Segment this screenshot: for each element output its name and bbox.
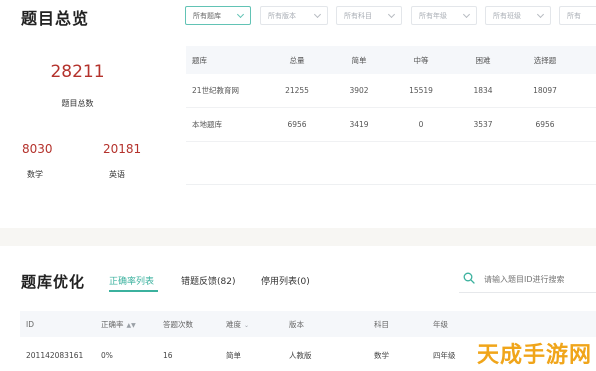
header-cell: 困难 [475, 55, 491, 65]
table-header: 题库 总量 简单 中等 困难 选择题 [186, 46, 596, 74]
filter-version[interactable]: 所有版本 [260, 6, 328, 25]
chevron-down-icon [536, 10, 545, 18]
filter-label: 所有科目 [344, 11, 372, 20]
filter-question-bank[interactable]: 所有题库 [185, 6, 251, 25]
chevron-down-icon [236, 10, 245, 18]
table-cell: 数学 [374, 350, 389, 360]
header-label: 难度 [226, 319, 241, 329]
table-cell: 0 [418, 120, 424, 129]
watermark-logo: 天成手游网 [476, 343, 592, 368]
header-id: ID [26, 319, 34, 329]
table-cell: 3537 [473, 120, 493, 129]
filter-more[interactable]: 所有 [559, 6, 596, 25]
header-difficulty[interactable]: 难度 ⌄ [226, 319, 289, 330]
table-cell: 21世纪教育网 [192, 86, 240, 95]
table-cell: 0% [101, 350, 113, 360]
english-count: 20181 [103, 142, 142, 156]
table-cell: 本地题库 [192, 120, 222, 129]
section-divider [0, 228, 596, 246]
header-answer-count: 答题次数 [163, 319, 193, 329]
filter-label: 所有 [567, 11, 581, 20]
page-title: 题目总览 [21, 9, 90, 28]
filter-grade[interactable]: 所有年级 [411, 6, 477, 25]
filter-label: 所有版本 [268, 11, 296, 20]
header-version: 版本 [289, 319, 304, 329]
header-accuracy[interactable]: 正确率 ▲▼ [101, 319, 163, 330]
table-cell: 16 [163, 350, 173, 360]
total-question-count: 28211 [50, 62, 105, 82]
table-row: 21世纪教育网 21255 3902 15519 1834 18097 [186, 74, 596, 108]
filter-label: 所有年级 [419, 11, 447, 20]
tab-disabled-list[interactable]: 停用列表(0) [261, 274, 310, 287]
total-question-label: 题目总数 [61, 99, 94, 108]
table-cell: 6956 [535, 120, 555, 129]
chevron-down-icon [462, 10, 471, 18]
header-cell: 中等 [413, 55, 429, 65]
header-grade: 年级 [433, 319, 448, 329]
active-tab-indicator [109, 290, 158, 292]
table-row: 本地题库 6956 3419 0 3537 6956 [186, 108, 596, 142]
overview-panel: 题目总览 所有题库 所有版本 所有科目 所有年级 所有班级 所有 28211 题… [0, 0, 596, 228]
header-cell: 题库 [192, 55, 207, 65]
table-cell: 1834 [473, 86, 493, 95]
table-cell: 6956 [287, 120, 307, 129]
bank-stats-table: 题库 总量 简单 中等 困难 选择题 21世纪教育网 21255 3902 15… [186, 46, 596, 185]
chevron-down-icon [313, 10, 322, 18]
table-header: ID 正确率 ▲▼ 答题次数 难度 ⌄ 版本 科目 年级 [20, 311, 596, 337]
sort-icon[interactable]: ▲▼ [127, 322, 136, 329]
section-title: 题库优化 [21, 273, 86, 291]
table-cell: 人教版 [289, 350, 312, 360]
table-cell: 简单 [226, 350, 241, 360]
filter-subject[interactable]: 所有科目 [336, 6, 402, 25]
header-cell: 简单 [351, 55, 367, 65]
header-label: 正确率 [101, 319, 124, 329]
table-cell: 3419 [349, 120, 369, 129]
table-cell: 201142083161 [26, 350, 84, 360]
table-cell: 3902 [349, 86, 369, 95]
filter-label: 所有班级 [493, 11, 521, 20]
math-label: 数学 [27, 170, 43, 179]
table-cell: 18097 [533, 86, 557, 95]
search-icon[interactable] [463, 272, 475, 284]
tab-error-feedback[interactable]: 错题反馈(82) [181, 274, 235, 287]
filter-class[interactable]: 所有班级 [485, 6, 551, 25]
table-cell: 15519 [409, 86, 433, 95]
divider [186, 184, 596, 185]
chevron-down-icon[interactable]: ⌄ [244, 322, 249, 329]
header-subject: 科目 [374, 319, 389, 329]
chevron-down-icon [387, 10, 396, 18]
question-id-search-input[interactable] [484, 272, 589, 286]
filter-label: 所有题库 [193, 11, 221, 20]
tab-accuracy-list[interactable]: 正确率列表 [109, 274, 154, 287]
header-cell: 总量 [289, 55, 305, 65]
search-underline [459, 292, 596, 293]
header-cell: 选择题 [533, 55, 557, 65]
table-cell: 21255 [285, 86, 309, 95]
english-label: 英语 [109, 170, 125, 179]
math-count: 8030 [22, 142, 53, 156]
